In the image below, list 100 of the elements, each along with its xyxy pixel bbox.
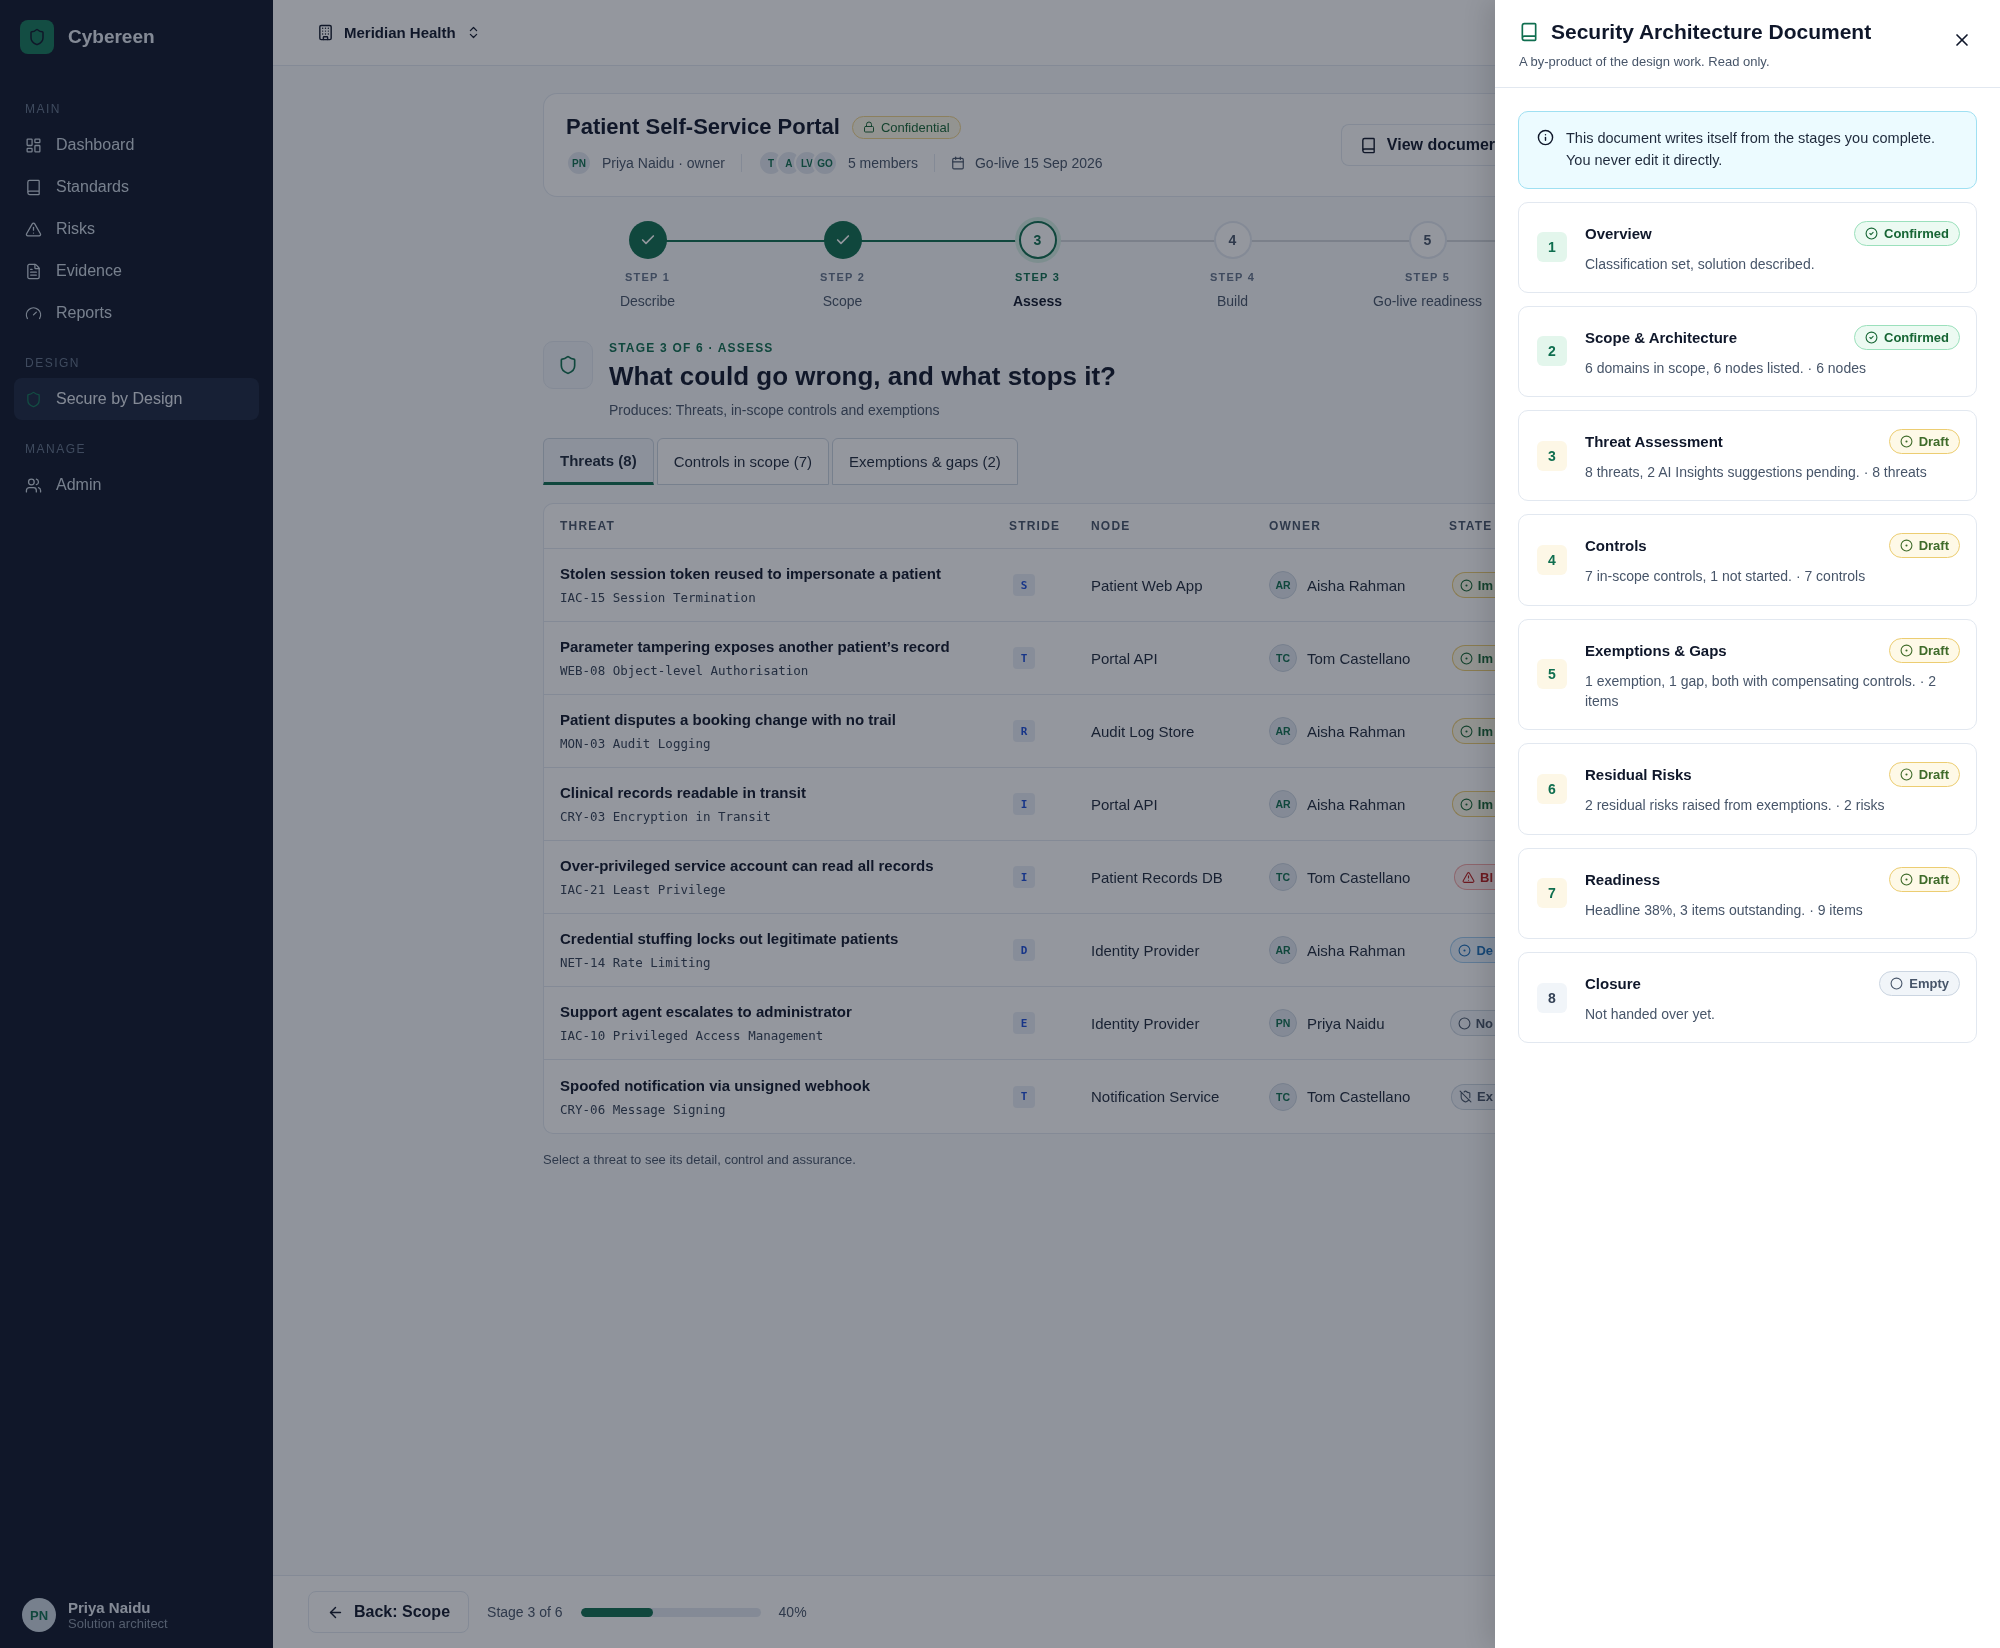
sidebar-item[interactable]: Risks: [14, 208, 259, 250]
lock-icon: [862, 121, 875, 133]
tab[interactable]: Controls in scope (7): [656, 438, 830, 485]
warning-icon: [1462, 870, 1475, 884]
section-card[interactable]: 4 Controls Draft 7 in-scope controls, 1 not started. · 7 controls: [1518, 514, 1977, 606]
sidebar-item[interactable]: Admin: [14, 464, 259, 506]
control-reference: CRY-06 Message Signing: [560, 1101, 727, 1117]
stage-title: What could go wrong, and what stops it?: [609, 361, 1116, 392]
threat-title[interactable]: Stolen session token reused to impersonate a patient: [560, 565, 1009, 582]
status-badge: Empty: [1879, 970, 1960, 996]
step-label: Build: [1216, 293, 1249, 309]
dot-circle-icon: [1899, 768, 1913, 782]
control-reference: IAC-10 Privileged Access Management: [560, 1028, 825, 1043]
document-icon: [25, 262, 42, 280]
state-badge: Im: [1451, 645, 1495, 671]
section-card[interactable]: 1 Overview Confirmed Classification set, solution described.: [1518, 201, 1977, 293]
section-number: 5: [1537, 659, 1567, 690]
stride-badge: R: [1013, 720, 1035, 742]
dot-circle-icon: [1899, 539, 1913, 553]
owner-name: Aisha Rahman: [1307, 941, 1406, 959]
step-marker[interactable]: [628, 221, 667, 259]
dot-circle-icon: [1459, 651, 1473, 665]
circle-icon: [1890, 976, 1904, 990]
section-card[interactable]: 5 Exemptions & Gaps Draft 1 exemption, 1 gap, both with compensating controls. · 2 items: [1518, 618, 1977, 731]
section-number: 8: [1537, 982, 1567, 1013]
back-button[interactable]: Back: Scope: [308, 1591, 470, 1633]
step-marker[interactable]: 5: [1408, 221, 1447, 259]
sidebar-item[interactable]: Dashboard: [14, 124, 259, 166]
step-number: STEP 5: [1405, 271, 1450, 283]
section-summary: 1 exemption, 1 gap, both with compensating controls. · 2 items: [1585, 671, 1937, 711]
threat-title[interactable]: Patient disputes a booking change with no trail: [560, 711, 1009, 728]
stride-badge: I: [1013, 793, 1035, 815]
step-number: STEP 1: [625, 271, 670, 283]
gauge-icon: [25, 304, 42, 322]
section-card[interactable]: 2 Scope & Architecture Confirmed 6 domains in scope, 6 nodes listed. · 6 nodes: [1518, 305, 1977, 398]
threat-title[interactable]: Spoofed notification via unsigned webhook: [560, 1076, 1009, 1094]
node-name: Notification Service: [1091, 1088, 1221, 1105]
status-badge: Confirmed: [1854, 220, 1960, 246]
owner-avatar: TC: [1269, 1082, 1297, 1111]
user-avatar: PN: [22, 1598, 56, 1632]
section-number: 3: [1537, 440, 1567, 471]
drawer-title: Security Architecture Document: [1551, 20, 1872, 44]
threat-title[interactable]: Support agent escalates to administrator: [560, 1003, 1009, 1020]
table-hint: Select a threat to see its detail, control and assurance.: [543, 1152, 857, 1167]
section-card[interactable]: 7 Readiness Draft Headline 38%, 3 items outstanding. · 9 items: [1518, 847, 1977, 939]
section-summary: Classification set, solution described.: [1585, 254, 1816, 274]
section-number: 2: [1537, 336, 1567, 367]
state-badge: Im: [1451, 572, 1495, 598]
tab[interactable]: Threats (8): [543, 438, 654, 485]
status-badge: Confirmed: [1854, 324, 1960, 350]
status-badge: Draft: [1888, 429, 1960, 455]
progress-percent: 40%: [778, 1604, 807, 1620]
threat-title[interactable]: Credential stuffing locks out legitimate patients: [560, 930, 1009, 947]
owner-avatar: PN: [566, 150, 592, 176]
stride-badge: E: [1013, 1012, 1035, 1034]
section-card[interactable]: 6 Residual Risks Draft 2 residual risks raised from exemptions. · 2 risks: [1518, 743, 1977, 835]
column-header: NODE: [1091, 519, 1132, 533]
section-number: 6: [1537, 773, 1567, 804]
book-icon: [1519, 22, 1539, 42]
tab[interactable]: Exemptions & gaps (2): [832, 438, 1018, 485]
book-icon: [1359, 136, 1377, 154]
step-marker[interactable]: 4: [1213, 221, 1252, 259]
section-card[interactable]: 3 Threat Assessment Draft 8 threats, 2 AI Insights suggestions pending. · 8 threats: [1518, 410, 1977, 502]
view-document-button[interactable]: View documer: [1340, 124, 1495, 166]
shield-icon: [543, 341, 593, 389]
go-live-date: Go-live 15 Sep 2026: [974, 155, 1103, 171]
control-reference: IAC-15 Session Termination: [560, 590, 757, 605]
step-marker[interactable]: 3: [1018, 221, 1057, 259]
section-title: Overview: [1585, 224, 1652, 242]
member-avatar: GO: [811, 150, 838, 176]
organisation-switcher[interactable]: Meridian Health: [313, 20, 485, 45]
crossed-shield-icon: [1459, 1090, 1473, 1103]
section-card[interactable]: 8 Closure Empty Not handed over yet.: [1518, 951, 1977, 1044]
node-name: Portal API: [1091, 649, 1159, 667]
section-summary: 8 threats, 2 AI Insights suggestions pending. · 8 threats: [1585, 463, 1928, 483]
classification-badge: Confidential: [851, 115, 961, 139]
dot-circle-icon: [1899, 872, 1913, 886]
dot-circle-icon: [1459, 724, 1473, 738]
sidebar-item[interactable]: Reports: [14, 292, 259, 334]
threat-title[interactable]: Clinical records readable in transit: [560, 784, 1009, 801]
stride-badge: T: [1013, 1085, 1035, 1108]
owner-avatar: PN: [1269, 1009, 1297, 1037]
step-label: Scope: [822, 293, 863, 309]
users-icon: [25, 476, 42, 494]
sidebar-item[interactable]: Secure by Design: [14, 378, 259, 420]
step-number: STEP 2: [820, 271, 865, 283]
control-reference: WEB-08 Object-level Authorisation: [560, 663, 810, 678]
step-marker[interactable]: [823, 221, 862, 259]
sidebar-item[interactable]: Evidence: [14, 250, 259, 292]
sidebar-item[interactable]: Standards: [14, 166, 259, 208]
step-label: Describe: [619, 293, 676, 309]
owner-name: Tom Castellano: [1307, 649, 1411, 667]
state-badge: De: [1450, 937, 1495, 963]
owner-name: Priya Naidu: [1307, 1014, 1385, 1032]
owner-avatar: TC: [1269, 644, 1297, 672]
threat-title[interactable]: Parameter tampering exposes another patient’s record: [560, 638, 1009, 655]
threat-title[interactable]: Over-privileged service account can read all records: [560, 857, 1009, 874]
section-title: Controls: [1585, 537, 1647, 555]
node-name: Portal API: [1091, 795, 1159, 813]
section-number: 1: [1537, 232, 1567, 263]
